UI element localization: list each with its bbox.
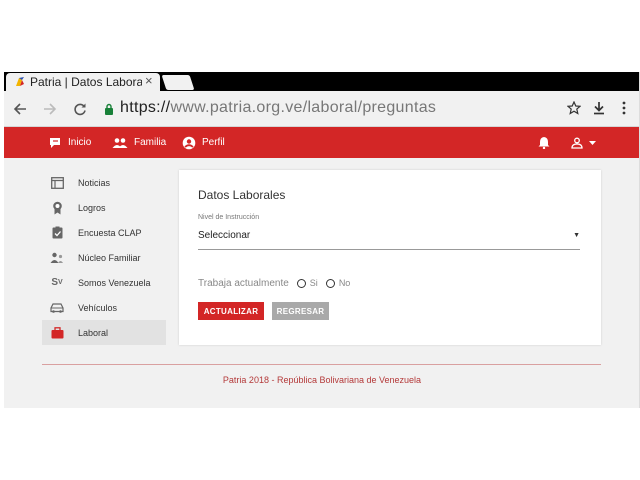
working-label: Trabaja actualmente <box>198 277 289 289</box>
url-scheme: https:// <box>120 99 171 116</box>
favicon-icon <box>16 77 24 86</box>
sidebar-label: Encuesta CLAP <box>78 227 142 238</box>
forward-icon[interactable] <box>40 99 60 119</box>
news-icon <box>50 176 64 190</box>
education-select[interactable]: Seleccionar ▼ <box>198 230 580 250</box>
chat-icon <box>50 137 60 148</box>
radio-label: Si <box>309 278 318 288</box>
sidebar-item-somos-venezuela[interactable]: SV Somos Venezuela <box>42 270 166 295</box>
browser-tab[interactable]: Patria | Datos Laborale × <box>6 73 160 91</box>
nav-label-perfil: Perfil <box>202 137 225 148</box>
nav-item-perfil[interactable]: Perfil <box>182 127 225 158</box>
star-icon[interactable] <box>564 98 584 118</box>
caret-down-icon <box>589 140 596 145</box>
sidebar: Noticias Logros Encuesta CLAP Núcleo Fam… <box>42 170 166 345</box>
browser-window: Patria | Datos Laborale × https://www.pa… <box>4 72 640 408</box>
radio-no[interactable]: No <box>325 278 351 288</box>
footer-divider <box>42 364 601 365</box>
menu-icon[interactable] <box>614 98 634 118</box>
car-icon <box>50 301 64 315</box>
sidebar-label: Laboral <box>78 327 109 338</box>
sidebar-item-vehiculos[interactable]: Vehículos <box>42 295 166 320</box>
regresar-button[interactable]: REGRESAR <box>272 302 329 320</box>
reload-icon[interactable] <box>70 99 90 119</box>
sidebar-label: Noticias <box>78 177 111 188</box>
tab-close-icon[interactable]: × <box>145 73 153 88</box>
education-value: Seleccionar <box>198 230 251 241</box>
account-circle-icon <box>182 136 196 149</box>
radio-si[interactable]: Si <box>296 278 318 288</box>
nav-label-inicio: Inicio <box>68 137 92 148</box>
people-icon <box>112 137 128 148</box>
user-menu[interactable] <box>571 127 602 158</box>
app-header: Inicio Familia Perfil <box>4 127 639 158</box>
download-icon[interactable] <box>589 98 609 118</box>
radio-circle-icon <box>325 278 335 288</box>
sidebar-item-logros[interactable]: Logros <box>42 195 166 220</box>
form-title: Datos Laborales <box>198 188 286 202</box>
medal-icon <box>50 201 64 215</box>
form-card: Datos Laborales Nivel de Instrucción Sel… <box>179 170 601 345</box>
education-label: Nivel de Instrucción <box>198 214 260 221</box>
radio-circle-icon <box>296 278 306 288</box>
tab-title: Patria | Datos Laborale <box>30 75 142 89</box>
clipboard-icon <box>50 226 64 240</box>
sv-icon: SV <box>51 277 63 288</box>
main-content: Noticias Logros Encuesta CLAP Núcleo Fam… <box>4 158 639 408</box>
family-icon <box>50 251 64 265</box>
sidebar-label: Vehículos <box>78 302 118 313</box>
sidebar-label: Núcleo Familiar <box>78 252 141 263</box>
sidebar-item-encuesta-clap[interactable]: Encuesta CLAP <box>42 220 166 245</box>
sidebar-item-laboral[interactable]: Laboral <box>42 320 166 345</box>
page: Patria | Datos Laborale × https://www.pa… <box>0 0 640 480</box>
tab-strip: Patria | Datos Laborale × <box>4 72 639 91</box>
footer-text: Patria 2018 - República Bolivariana de V… <box>222 375 422 385</box>
radio-label: No <box>338 278 351 288</box>
briefcase-icon <box>50 326 64 340</box>
nav-item-familia[interactable]: Familia <box>112 127 166 158</box>
url-text: https://www.patria.org.ve/laboral/pregun… <box>120 99 436 117</box>
caret-down-icon: ▼ <box>573 232 580 239</box>
actualizar-button[interactable]: ACTUALIZAR <box>198 302 264 320</box>
user-icon <box>571 137 583 149</box>
sidebar-item-noticias[interactable]: Noticias <box>42 170 166 195</box>
bell-icon[interactable] <box>538 127 556 158</box>
sidebar-item-nucleo-familiar[interactable]: Núcleo Familiar <box>42 245 166 270</box>
browser-toolbar: https://www.patria.org.ve/laboral/pregun… <box>4 91 639 127</box>
nav-item-inicio[interactable]: Inicio <box>48 127 91 158</box>
address-bar[interactable]: https://www.patria.org.ve/laboral/pregun… <box>98 96 560 122</box>
back-icon[interactable] <box>10 99 30 119</box>
lock-icon <box>105 103 113 115</box>
sidebar-label: Logros <box>78 202 106 213</box>
working-question: Trabaja actualmente Si No <box>198 275 350 291</box>
nav-label-familia: Familia <box>134 137 167 148</box>
url-path: www.patria.org.ve/laboral/preguntas <box>170 99 437 116</box>
new-tab-button[interactable] <box>161 75 195 90</box>
sidebar-label: Somos Venezuela <box>78 277 151 288</box>
